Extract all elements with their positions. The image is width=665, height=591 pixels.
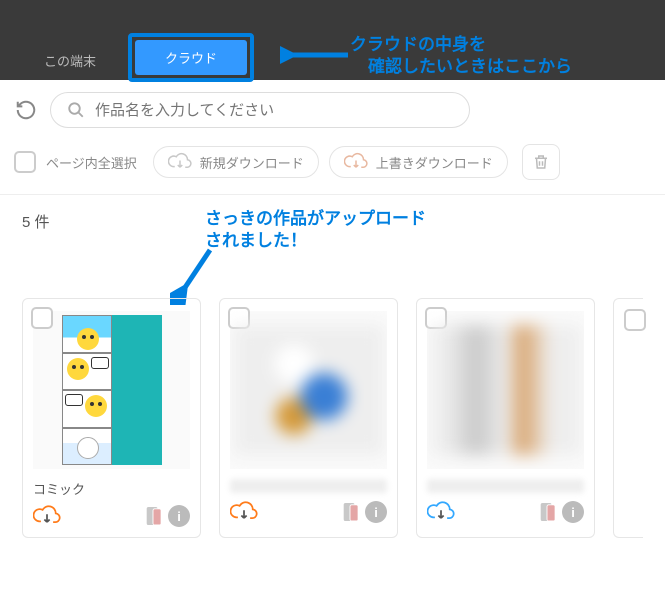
device-icon[interactable] — [538, 502, 556, 522]
overwrite-download-label: 上書きダウンロード — [376, 153, 493, 172]
cloud-download-icon — [168, 152, 192, 172]
window-chrome — [0, 0, 665, 30]
cloud-download-icon[interactable] — [427, 501, 455, 523]
device-icon[interactable] — [144, 506, 162, 526]
card-thumbnail — [427, 311, 584, 469]
card-actions: i — [230, 501, 387, 523]
new-download-label: 新規ダウンロード — [200, 153, 304, 172]
tab-cloud-highlight: クラウド — [128, 33, 254, 82]
work-card[interactable]: i — [219, 298, 398, 538]
delete-button[interactable] — [522, 144, 560, 180]
cloud-overwrite-icon — [344, 152, 368, 172]
select-all-label: ページ内全選択 — [46, 153, 137, 172]
result-count: 5 件 — [22, 214, 50, 231]
card-grid: コミック i i — [0, 248, 665, 538]
work-card[interactable]: コミック i — [22, 298, 201, 538]
card-title — [230, 479, 387, 493]
cloud-download-icon[interactable] — [230, 501, 258, 523]
card-title — [427, 479, 584, 493]
info-button[interactable]: i — [365, 501, 387, 523]
toolbar-actions-row: ページ内全選択 新規ダウンロード 上書きダウンロード — [0, 140, 665, 195]
search-box[interactable] — [50, 92, 470, 128]
info-button[interactable]: i — [562, 501, 584, 523]
work-card[interactable]: i — [416, 298, 595, 538]
card-title: コミック — [33, 479, 190, 497]
cloud-download-icon[interactable] — [33, 505, 61, 527]
search-icon — [67, 101, 85, 119]
refresh-button[interactable] — [14, 98, 38, 122]
card-actions: i — [427, 501, 584, 523]
card-thumbnail — [33, 311, 190, 469]
tab-bar: この端末 クラウド — [0, 30, 665, 80]
tab-device[interactable]: この端末 — [20, 41, 120, 80]
card-checkbox[interactable] — [31, 307, 53, 329]
new-download-button[interactable]: 新規ダウンロード — [153, 146, 319, 178]
info-button[interactable]: i — [168, 505, 190, 527]
search-input[interactable] — [95, 102, 453, 119]
select-all-checkbox[interactable] — [14, 151, 36, 173]
card-checkbox[interactable] — [624, 309, 646, 331]
trash-icon — [532, 153, 550, 171]
result-count-row: 5 件 — [0, 195, 665, 248]
work-card[interactable] — [613, 298, 643, 538]
card-actions: i — [33, 505, 190, 527]
overwrite-download-button[interactable]: 上書きダウンロード — [329, 146, 508, 178]
device-icon[interactable] — [341, 502, 359, 522]
tab-cloud[interactable]: クラウド — [135, 40, 247, 75]
toolbar-search-row — [0, 80, 665, 140]
card-thumbnail — [230, 311, 387, 469]
